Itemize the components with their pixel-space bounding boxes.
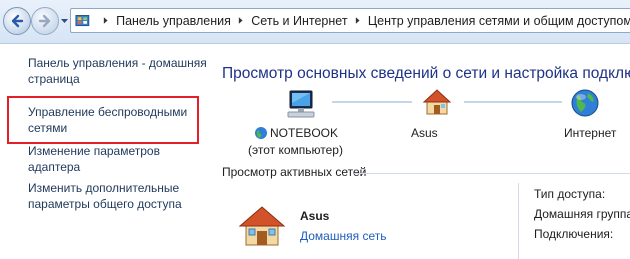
chevron-right-icon[interactable] bbox=[102, 16, 109, 25]
breadcrumb-control-panel[interactable]: Панель управления bbox=[116, 14, 231, 28]
globe-icon[interactable] bbox=[570, 88, 600, 118]
home-network-icon bbox=[238, 206, 286, 246]
sidebar: Панель управления - домашняя страница Уп… bbox=[0, 45, 214, 259]
chevron-right-icon[interactable] bbox=[354, 16, 361, 25]
breadcrumb-network-center[interactable]: Центр управления сетями и общим доступом bbox=[368, 14, 630, 28]
divider bbox=[518, 183, 519, 259]
active-networks-title: Просмотр активных сетей bbox=[222, 165, 367, 179]
control-panel-icon bbox=[75, 14, 90, 26]
access-type-label: Тип доступа: bbox=[534, 187, 606, 201]
connection-line bbox=[332, 101, 412, 103]
sidebar-item-advanced-sharing[interactable]: Изменить дополнительные параметры общего… bbox=[28, 180, 210, 212]
arrow-right-icon bbox=[38, 14, 51, 28]
chevron-right-icon[interactable] bbox=[237, 16, 244, 25]
computer-icon[interactable] bbox=[284, 89, 318, 119]
network-type-link[interactable]: Домашняя сеть bbox=[300, 229, 386, 243]
page-title: Просмотр основных сведений о сети и наст… bbox=[222, 65, 630, 82]
forward-button[interactable] bbox=[31, 7, 59, 35]
sidebar-item-adapter-settings[interactable]: Изменение параметров адаптера bbox=[28, 143, 210, 175]
home-network-icon[interactable] bbox=[422, 87, 452, 117]
back-button[interactable] bbox=[3, 7, 31, 35]
computer-subtitle: (этот компьютер) bbox=[248, 143, 343, 157]
homegroup-label: Домашняя группа: bbox=[534, 207, 630, 221]
divider bbox=[354, 173, 630, 174]
network-name[interactable]: Asus bbox=[411, 126, 438, 140]
recent-pages-dropdown-icon[interactable] bbox=[60, 17, 69, 25]
active-network-name: Asus bbox=[300, 209, 330, 223]
breadcrumb-network-internet[interactable]: Сеть и Интернет bbox=[251, 14, 347, 28]
connection-line bbox=[464, 101, 562, 103]
address-bar[interactable]: Панель управления Сеть и Интернет Центр … bbox=[70, 8, 630, 33]
connections-label: Подключения: bbox=[534, 227, 614, 241]
highlight-frame bbox=[7, 96, 199, 144]
internet-label[interactable]: Интернет bbox=[564, 126, 616, 140]
sidebar-item-control-panel-home[interactable]: Панель управления - домашняя страница bbox=[28, 55, 210, 87]
arrow-left-icon bbox=[11, 14, 24, 28]
navigation-bar: Панель управления Сеть и Интернет Центр … bbox=[0, 0, 630, 44]
computer-name[interactable]: NOTEBOOK bbox=[270, 126, 338, 140]
network-globe-small-icon bbox=[255, 127, 267, 139]
main-panel: Просмотр основных сведений о сети и наст… bbox=[214, 45, 630, 259]
